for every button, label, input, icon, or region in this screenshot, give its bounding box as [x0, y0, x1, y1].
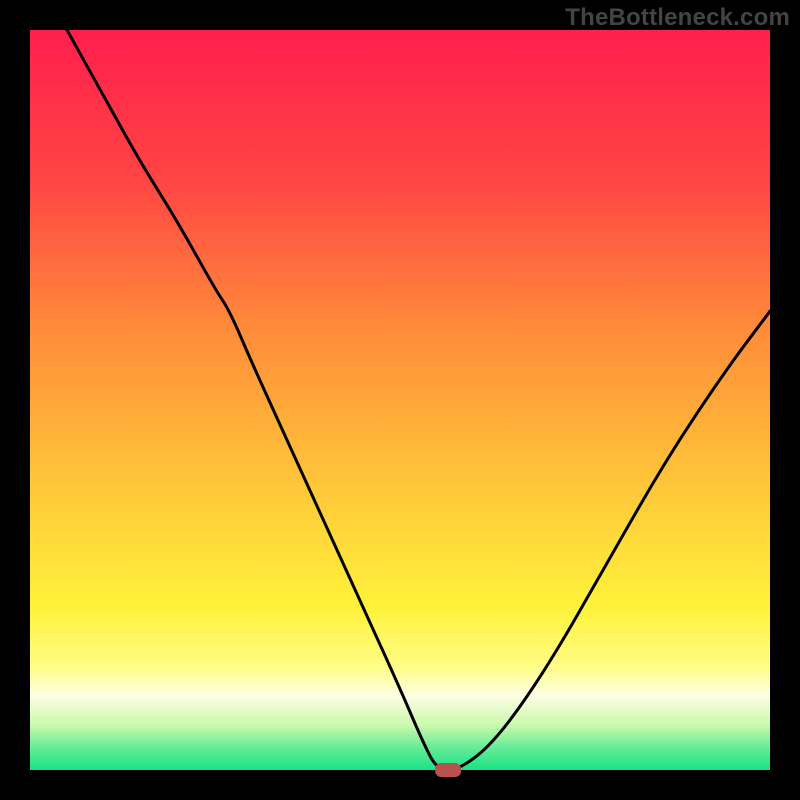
bottleneck-marker	[435, 763, 461, 777]
plot-background	[30, 30, 770, 770]
bottleneck-chart	[0, 0, 800, 800]
chart-container: TheBottleneck.com	[0, 0, 800, 800]
